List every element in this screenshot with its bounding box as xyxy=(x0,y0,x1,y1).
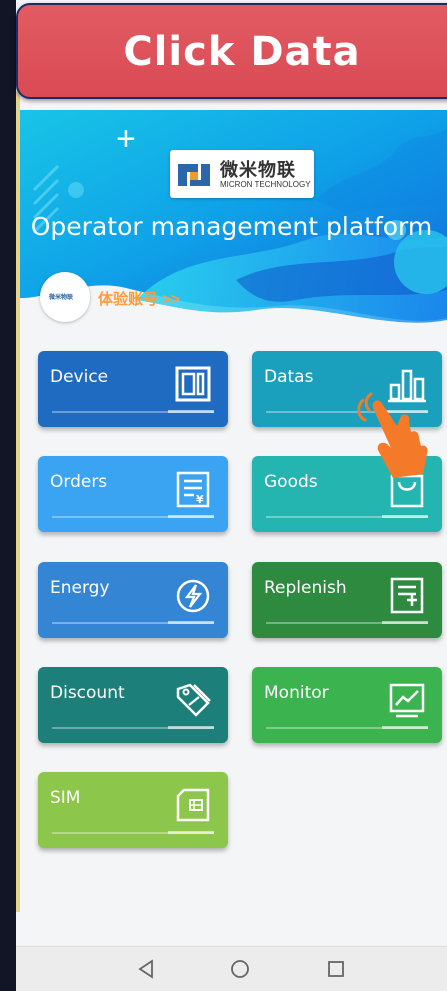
logo-english-name: MICRON TECHNOLOGY xyxy=(220,180,311,189)
tile-orders[interactable]: Orders ¥ xyxy=(38,456,228,532)
orders-icon: ¥ xyxy=(176,471,210,508)
tile-monitor[interactable]: Monitor xyxy=(252,667,442,743)
tile-label: Datas xyxy=(264,367,314,387)
tile-label: Orders xyxy=(50,472,108,492)
device-frame-left xyxy=(0,0,16,991)
tile-label: Device xyxy=(50,367,109,387)
trial-account-link[interactable]: 体验账号 >> xyxy=(98,288,180,309)
home-icon[interactable] xyxy=(228,957,252,981)
energy-icon xyxy=(176,579,210,613)
tile-energy[interactable]: Energy xyxy=(38,562,228,638)
avatar[interactable]: 微米物联 xyxy=(40,272,90,322)
tile-label: Discount xyxy=(50,683,125,703)
tile-label: SIM xyxy=(50,788,81,808)
tile-label: Replenish xyxy=(264,578,347,598)
tile-label: Goods xyxy=(264,472,318,492)
micron-logo-icon xyxy=(178,164,210,186)
phone-screen: + 微米物联 MICRON TECHNOLOGY Operator manage… xyxy=(16,0,447,991)
instruction-banner: Click Data xyxy=(16,3,447,99)
banner-title: Click Data xyxy=(123,29,361,75)
device-icon xyxy=(175,366,211,402)
tile-label: Monitor xyxy=(264,683,329,703)
plus-decoration-icon: + xyxy=(116,120,136,158)
tap-hand-pointer-icon xyxy=(357,392,428,478)
window-edge xyxy=(16,92,20,912)
monitor-icon xyxy=(389,683,425,718)
logo-chinese-name: 微米物联 xyxy=(220,160,296,180)
svg-text:¥: ¥ xyxy=(196,493,204,506)
tile-label: Energy xyxy=(50,578,110,598)
avatar-logo-text: 微米物联 xyxy=(49,295,74,301)
tile-sim[interactable]: SIM xyxy=(38,772,228,848)
back-icon[interactable] xyxy=(134,957,158,981)
sim-card-icon xyxy=(176,788,210,822)
tile-discount[interactable]: Discount xyxy=(38,667,228,743)
recent-apps-icon[interactable] xyxy=(324,957,348,981)
discount-tag-icon xyxy=(176,683,211,717)
tile-device[interactable]: Device xyxy=(38,351,228,427)
replenish-icon xyxy=(390,577,424,614)
tile-replenish[interactable]: Replenish xyxy=(252,562,442,638)
system-navigation-bar xyxy=(16,946,447,991)
page-title: Operator management platform xyxy=(30,212,433,241)
company-logo: 微米物联 MICRON TECHNOLOGY xyxy=(170,150,314,198)
